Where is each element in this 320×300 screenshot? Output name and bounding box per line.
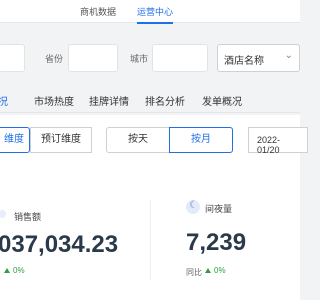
room-nights-label: 间夜量 xyxy=(205,204,233,214)
up-arrow-icon xyxy=(4,268,10,274)
tab-listing-details[interactable]: 挂牌详情 xyxy=(89,93,129,108)
hotel-name-select[interactable]: 酒店名称 ⌄ xyxy=(217,44,300,72)
province-select[interactable] xyxy=(68,44,118,72)
dimension-button[interactable]: 维度 xyxy=(0,127,30,153)
tab-dispatch-overview[interactable]: 发单概况 xyxy=(202,93,242,108)
room-nights-delta: 0% xyxy=(205,266,226,275)
tab-overview[interactable]: 况 xyxy=(0,93,8,108)
sales-value: 037,034.23 xyxy=(0,231,119,258)
sub-tabs: 况 市场热度 挂牌详情 排名分析 发单概况 xyxy=(0,90,300,113)
sales-delta: 0% xyxy=(4,266,25,275)
yoy-label: 同比 xyxy=(186,268,202,277)
date-picker[interactable]: 2022-01/20 xyxy=(248,127,308,155)
room-nights-delta-value: 0% xyxy=(214,266,226,275)
booking-dimension-button[interactable]: 预订维度 xyxy=(30,127,92,153)
sales-delta-value: 0% xyxy=(13,266,25,275)
city-label: 城市 xyxy=(130,54,149,64)
by-day-button[interactable]: 按天 xyxy=(106,127,170,153)
province-label: 省份 xyxy=(45,54,64,64)
tab-operations-center[interactable]: 运营中心 xyxy=(137,5,174,24)
moon-icon xyxy=(186,200,200,214)
chevron-down-icon: ⌄ xyxy=(284,50,293,61)
metric-divider xyxy=(150,200,151,280)
city-select[interactable] xyxy=(152,44,208,72)
tab-ranking-analysis[interactable]: 排名分析 xyxy=(145,93,185,108)
room-nights-value: 7,239 xyxy=(186,229,247,256)
up-arrow-icon xyxy=(205,268,211,274)
tab-business-data[interactable]: 商机数据 xyxy=(80,5,116,18)
by-month-button[interactable]: 按月 xyxy=(169,127,233,153)
top-nav: 商机数据 运营中心 xyxy=(0,0,300,24)
hotel-name-select-value: 酒店名称 xyxy=(224,56,264,67)
hotel-group-input[interactable] xyxy=(0,44,25,72)
tab-market-heat[interactable]: 市场热度 xyxy=(34,93,74,108)
sales-label: 销售额 xyxy=(14,212,42,222)
